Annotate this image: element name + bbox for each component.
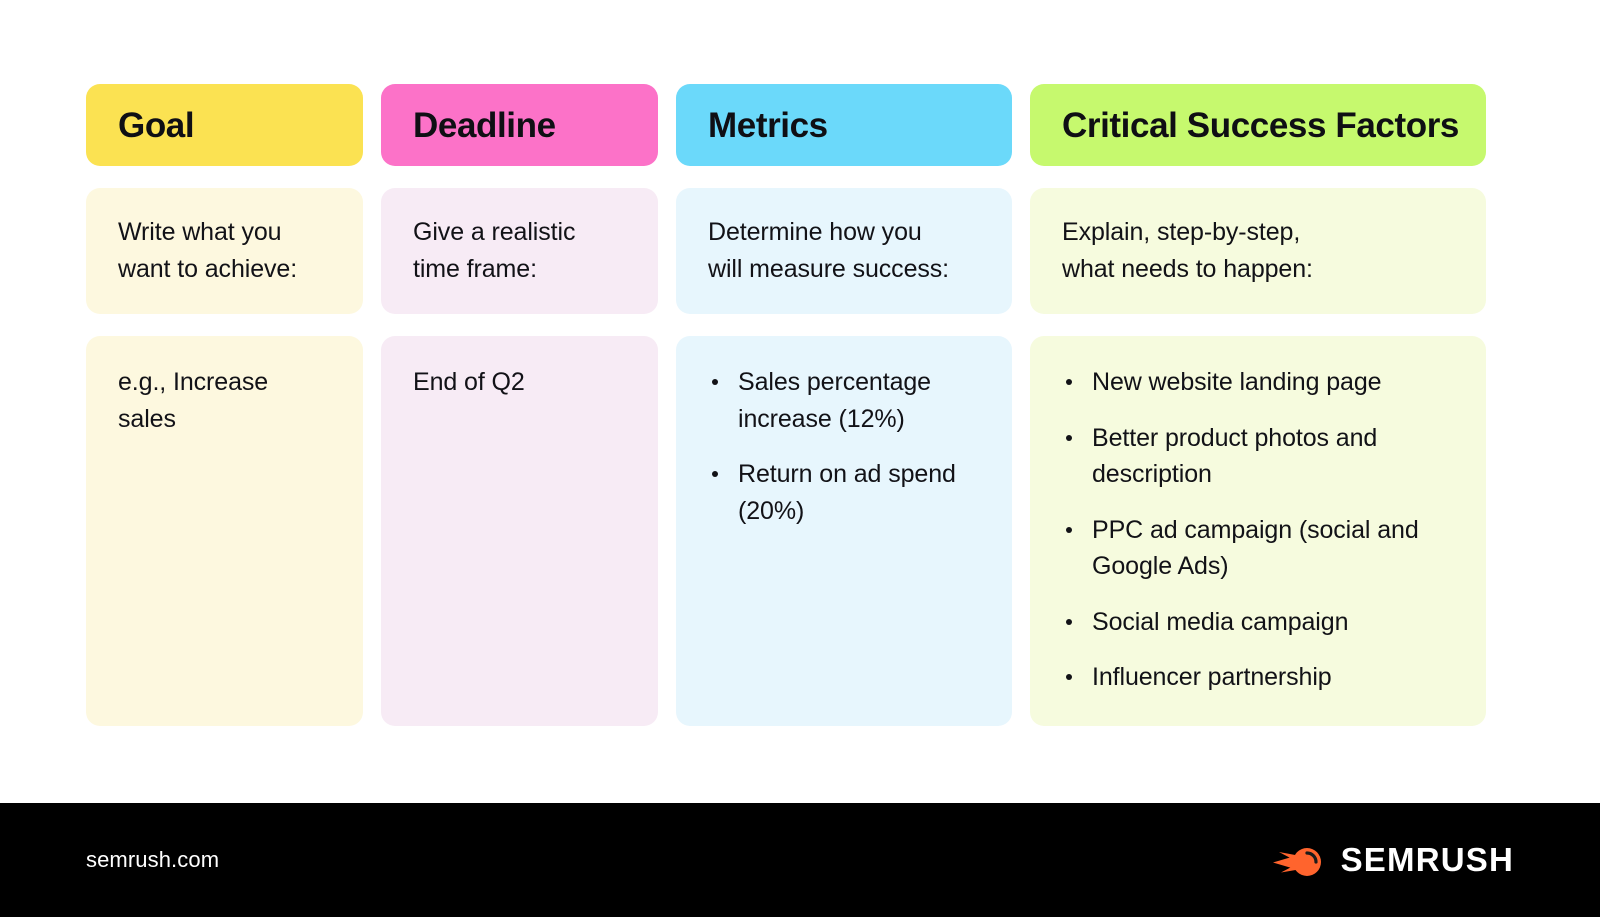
column-header-goal: Goal: [86, 84, 363, 166]
list-item: Sales percentage increase (12%): [708, 364, 990, 437]
column-content-text: End of Q2: [413, 368, 525, 396]
column-instruction-text: Give a realistic time frame:: [413, 218, 576, 283]
list-item: Influencer partnership: [1062, 659, 1464, 696]
column-metrics: Metrics Determine how you will measure s…: [676, 84, 1012, 726]
column-instruction-deadline: Give a realistic time frame:: [381, 188, 658, 314]
column-instruction-critical-success-factors: Explain, step-by-step, what needs to hap…: [1030, 188, 1486, 314]
list-item: Better product photos and description: [1062, 420, 1464, 493]
column-header-metrics: Metrics: [676, 84, 1012, 166]
column-content-metrics: Sales percentage increase (12%) Return o…: [676, 336, 1012, 726]
list-item: PPC ad campaign (social and Google Ads): [1062, 512, 1464, 585]
csf-bullet-list: New website landing page Better product …: [1062, 364, 1464, 696]
column-critical-success-factors: Critical Success Factors Explain, step-b…: [1030, 84, 1486, 726]
list-item: Social media campaign: [1062, 604, 1464, 641]
column-goal: Goal Write what you want to achieve: e.g…: [86, 84, 363, 726]
list-item: Return on ad spend (20%): [708, 456, 990, 529]
column-instruction-goal: Write what you want to achieve:: [86, 188, 363, 314]
column-content-deadline: End of Q2: [381, 336, 658, 726]
metrics-bullet-list: Sales percentage increase (12%) Return o…: [708, 364, 990, 529]
column-deadline: Deadline Give a realistic time frame: En…: [381, 84, 658, 726]
semrush-comet-icon: [1272, 848, 1321, 876]
column-header-deadline: Deadline: [381, 84, 658, 166]
list-item: New website landing page: [1062, 364, 1464, 401]
column-header-label: Goal: [118, 105, 195, 145]
footer-website-url: semrush.com: [86, 847, 220, 872]
footer-bar: semrush.com SEMRUSH: [0, 803, 1600, 917]
column-instruction-text: Write what you want to achieve:: [118, 218, 298, 283]
column-instruction-text: Determine how you will measure success:: [708, 218, 950, 283]
column-header-critical-success-factors: Critical Success Factors: [1030, 84, 1486, 166]
column-content-text: e.g., Increase sales: [118, 368, 269, 433]
semrush-logo: SEMRUSH: [1271, 841, 1514, 879]
goal-planning-table: Goal Write what you want to achieve: e.g…: [86, 84, 1486, 726]
column-header-label: Metrics: [708, 105, 828, 145]
semrush-wordmark: SEMRUSH: [1340, 841, 1514, 878]
column-header-label: Critical Success Factors: [1062, 105, 1459, 145]
column-instruction-text: Explain, step-by-step, what needs to hap…: [1062, 218, 1313, 283]
column-content-goal: e.g., Increase sales: [86, 336, 363, 726]
column-header-label: Deadline: [413, 105, 556, 145]
column-instruction-metrics: Determine how you will measure success:: [676, 188, 1012, 314]
column-content-critical-success-factors: New website landing page Better product …: [1030, 336, 1486, 726]
